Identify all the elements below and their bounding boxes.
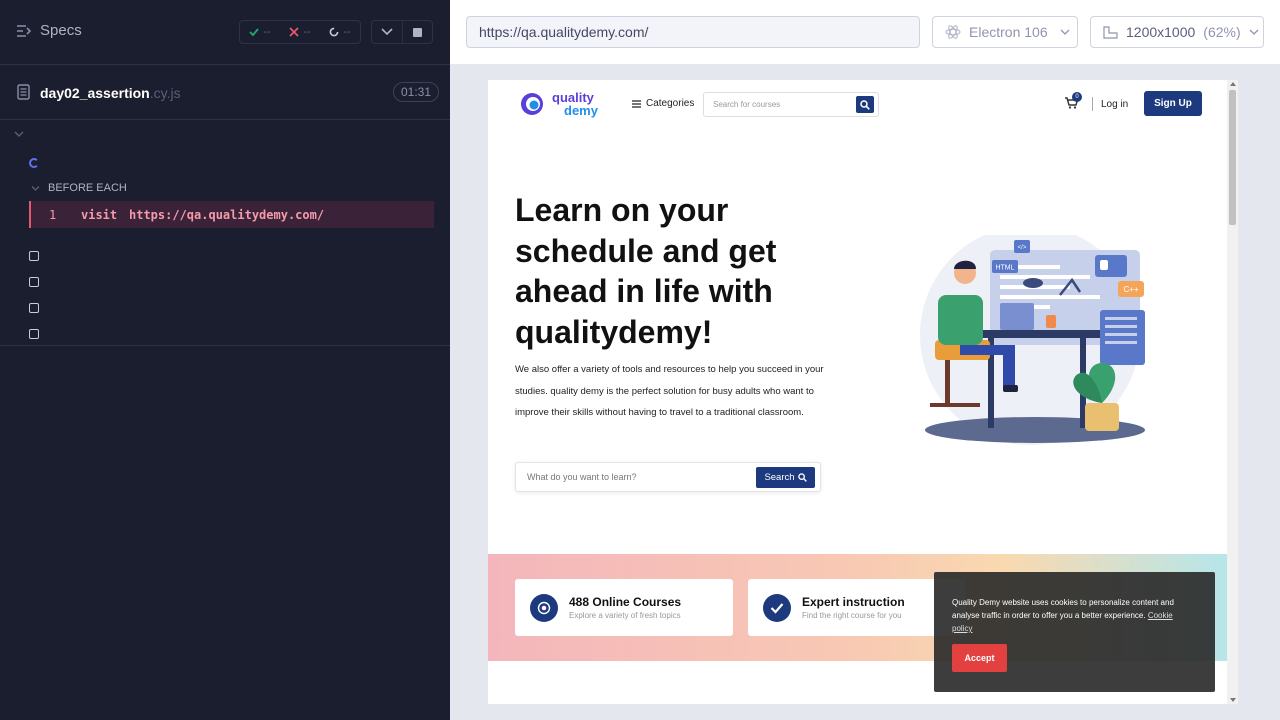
expand-collapse-button[interactable] <box>371 20 403 44</box>
test-status-icon[interactable] <box>29 277 39 287</box>
failed-count: -- <box>303 26 311 38</box>
pending-count: -- <box>343 26 351 38</box>
categories-menu[interactable]: Categories <box>632 98 694 109</box>
code-tag: </> <box>1014 240 1030 253</box>
hero-description: We also offer a variety of tools and res… <box>515 364 824 418</box>
cpp-tag: C++ <box>1118 281 1144 297</box>
test-status-icon[interactable] <box>29 303 39 313</box>
learn-search-placeholder: What do you want to learn? <box>527 472 637 482</box>
illus-code-label: </> <box>1018 245 1027 251</box>
categories-label: Categories <box>646 98 695 109</box>
course-search-placeholder: Search for courses <box>713 100 781 109</box>
specs-label: Specs <box>40 22 82 39</box>
feature-card-courses: 488 Online Courses Explore a variety of … <box>515 579 733 636</box>
reporter-header: Specs -- -- -- <box>0 0 450 65</box>
x-icon <box>289 27 299 37</box>
hero-illustration: HTML </> C++ <box>920 235 1145 445</box>
specs-list-icon <box>17 24 32 37</box>
failed-stat: -- <box>289 26 311 38</box>
pending-stat: -- <box>329 26 351 38</box>
cookie-message: Quality Demy website uses cookies to per… <box>952 596 1187 635</box>
electron-icon <box>945 25 961 39</box>
learn-search-button-label: Search <box>764 471 795 483</box>
test-status-icon[interactable] <box>29 251 39 261</box>
passed-count: -- <box>263 26 271 38</box>
course-search-button[interactable] <box>856 96 874 113</box>
command-arg: https://qa.qualitydemy.com/ <box>129 207 325 222</box>
chevron-down-icon <box>1060 29 1070 35</box>
stop-icon <box>413 27 422 37</box>
test-stats: -- -- -- <box>239 20 361 44</box>
course-search-input[interactable]: Search for courses <box>703 92 879 117</box>
viewport-info[interactable]: 1200x1000 (62%) <box>1090 16 1264 48</box>
scrollbar-thumb[interactable] <box>1229 90 1236 225</box>
signup-button[interactable]: Sign Up <box>1144 91 1202 116</box>
check-circle-icon <box>763 593 791 622</box>
ruler-icon <box>1103 25 1118 39</box>
spec-file-row[interactable]: day02_assertion.cy.js 01:31 <box>0 65 450 120</box>
spec-file-name: day02_assertion.cy.js <box>40 85 181 101</box>
browser-selector[interactable]: Electron 106 <box>932 16 1078 48</box>
suite-chevron-icon[interactable] <box>14 130 24 138</box>
pending-circle-icon <box>329 27 339 37</box>
spec-ext: .cy.js <box>149 85 181 101</box>
logo-text-line2: demy <box>564 103 598 118</box>
feature-subtitle: Explore a variety of fresh topics <box>569 611 681 620</box>
header-divider <box>1092 97 1093 111</box>
document-icon <box>17 84 30 100</box>
cart-badge: 0 <box>1072 92 1082 102</box>
aut-iframe: quality demy Categories Search for course… <box>488 80 1238 704</box>
chevron-down-icon <box>381 28 393 36</box>
feature-title: 488 Online Courses <box>569 595 682 609</box>
cookie-text: Quality Demy website uses cookies to per… <box>952 598 1174 620</box>
hamburger-icon <box>632 99 641 108</box>
check-icon <box>249 28 260 37</box>
browser-label: Electron 106 <box>969 24 1048 40</box>
html-tag: HTML <box>992 260 1018 273</box>
cookie-accept-button[interactable]: Accept <box>952 644 1007 672</box>
specs-button[interactable]: Specs <box>16 22 82 39</box>
aut-scrollbar[interactable] <box>1227 80 1238 704</box>
command-number: 1 <box>49 207 57 222</box>
viewport-scale: (62%) <box>1203 24 1241 40</box>
test-status-icon[interactable] <box>29 329 39 339</box>
learn-search-input[interactable]: What do you want to learn? Search <box>515 462 821 492</box>
search-icon <box>860 99 870 110</box>
passed-stat: -- <box>249 26 271 38</box>
running-spinner-icon <box>29 158 39 168</box>
aut-url-bar[interactable]: https://qa.qualitydemy.com/ <box>466 16 920 48</box>
hook-label: BEFORE EACH <box>48 182 127 194</box>
feature-title: Expert instruction <box>802 595 905 609</box>
search-icon <box>797 473 807 482</box>
cart-button[interactable]: 0 <box>1065 92 1082 114</box>
site-logo[interactable]: quality demy <box>519 90 598 118</box>
login-link[interactable]: Log in <box>1101 99 1128 110</box>
hero-title: Learn on your schedule and get ahead in … <box>515 192 777 350</box>
logo-mark-icon <box>521 93 543 115</box>
divider <box>0 345 450 346</box>
target-icon <box>530 593 558 622</box>
stop-button[interactable] <box>403 20 433 44</box>
command-row-visit[interactable]: 1 visit https://qa.qualitydemy.com/ <box>29 201 434 228</box>
hook-chevron-icon <box>31 185 40 191</box>
before-each-hook[interactable]: BEFORE EACH <box>31 182 127 194</box>
spec-name: day02_assertion <box>40 85 150 101</box>
spec-duration: 01:31 <box>393 82 440 102</box>
illus-html-label: HTML <box>995 265 1014 272</box>
feature-subtitle: Find the right course for you <box>802 611 902 620</box>
viewport-size: 1200x1000 <box>1126 24 1196 40</box>
chevron-down-icon <box>1249 29 1259 35</box>
illus-cpp-label: C++ <box>1123 285 1138 294</box>
command-name: visit <box>81 207 118 222</box>
cookie-consent-banner: Quality Demy website uses cookies to per… <box>934 572 1215 692</box>
reporter-panel: Specs -- -- -- day02_assertion.cy.js 01:… <box>0 0 450 720</box>
learn-search-button[interactable]: Search <box>756 467 815 488</box>
scroll-up-icon[interactable] <box>1230 82 1236 86</box>
scroll-down-icon[interactable] <box>1230 698 1236 702</box>
